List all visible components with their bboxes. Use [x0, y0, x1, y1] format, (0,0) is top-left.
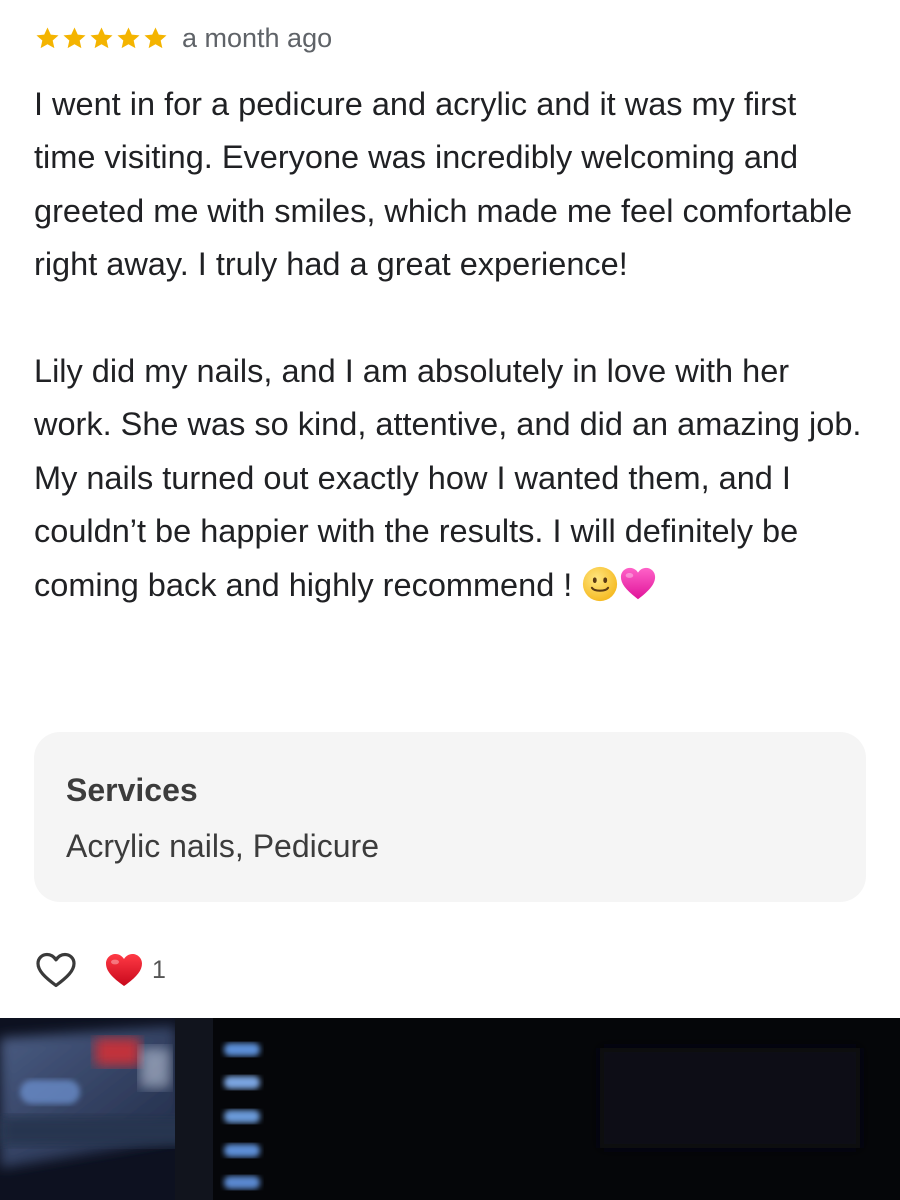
- reaction-count: 1: [152, 955, 166, 984]
- review-page: a month ago I went in for a pedicure and…: [0, 0, 900, 1200]
- review-paragraph: Lily did my nails, and I am absolutely i…: [34, 353, 862, 603]
- like-button[interactable]: [34, 948, 78, 992]
- review-header: a month ago: [34, 20, 332, 56]
- services-value: Acrylic nails, Pedicure: [66, 828, 379, 864]
- star-icon: [144, 26, 167, 48]
- review-paragraph-last: Lily did my nails, and I am absolutely i…: [34, 345, 864, 612]
- reactions-bar: 1: [34, 948, 166, 992]
- services-title: Services: [66, 772, 198, 808]
- heart-reaction[interactable]: 1: [104, 952, 166, 988]
- star-rating: [34, 25, 169, 52]
- blurred-photo-image: [0, 1018, 900, 1200]
- review-text: I went in for a pedicure and acrylic and…: [34, 78, 864, 612]
- bottom-photo: [0, 1018, 900, 1200]
- services-card: Services Acrylic nails, Pedicure: [34, 732, 866, 902]
- review-paragraph: I went in for a pedicure and acrylic and…: [34, 86, 853, 283]
- review-date: a month ago: [182, 22, 333, 53]
- heart-outline-icon: [36, 952, 76, 988]
- red-heart-icon: [106, 954, 142, 986]
- pink-heart-emoji-icon: [619, 565, 657, 603]
- star-icon: [36, 26, 59, 48]
- star-icon: [90, 26, 113, 48]
- star-icon: [117, 26, 140, 48]
- smiling-face-emoji-icon: [581, 565, 619, 603]
- star-icon: [63, 26, 86, 48]
